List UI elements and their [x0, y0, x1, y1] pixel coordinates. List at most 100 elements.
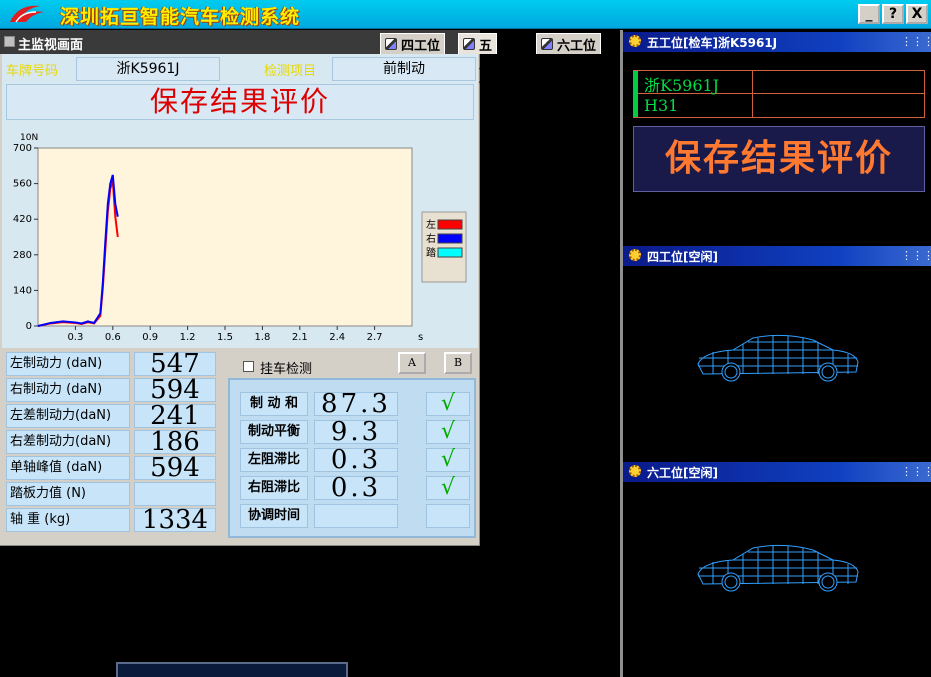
grip-icon: ⋮⋮⋮ [901, 249, 931, 262]
coord-time-label: 协调时间 [240, 504, 308, 528]
brake-sum-value: 87.3 [314, 391, 398, 417]
station-monitor-panel: 五工位[检车]浙K5961J ⋮⋮⋮ 浙K5961J H31 保存结果评价 四工… [620, 30, 931, 677]
left-brake-value: 547 [134, 351, 216, 377]
y-tick-label: 0 [26, 321, 32, 332]
station-icon [385, 38, 397, 50]
legend-swatch [437, 219, 463, 230]
help-button[interactable]: ? [882, 4, 904, 24]
x-tick-label: 1.8 [254, 332, 270, 343]
left-diff-row: 左差制动力(daN) 241 [6, 403, 216, 429]
force-values-panel: 左制动力 (daN) 547 右制动力 (daN) 594 左差制动力(daN)… [2, 348, 217, 536]
axle-weight-label: 轴 重 (kg) [6, 508, 130, 532]
x-tick-label: 0.6 [105, 332, 121, 343]
right-brake-value: 594 [134, 377, 216, 403]
axle-peak-label: 单轴峰值 (daN) [6, 456, 130, 480]
station-four-title: 四工位[空闲] [647, 250, 718, 264]
brake-sum-check-icon: √ [426, 392, 470, 416]
item-label: 检测项目 [264, 64, 317, 79]
grip-icon: ⋮⋮⋮ [901, 465, 931, 478]
legend-swatch [437, 247, 463, 258]
right-drag-check-icon: √ [426, 476, 470, 500]
panel-icon [4, 36, 15, 47]
close-button[interactable]: X [906, 4, 928, 24]
station-five-plate: 浙K5961J [644, 76, 720, 95]
status-bar [634, 71, 638, 117]
legend-label: 右 [426, 232, 436, 245]
result-banner: 保存结果评价 [6, 84, 474, 120]
plate-label: 车牌号码 [6, 64, 59, 79]
y-tick-label: 700 [13, 143, 32, 154]
y-axis-label: 10N [20, 133, 38, 143]
brake-sum-row: 制 动 和 87.3 √ [240, 391, 470, 418]
coord-time-check [426, 504, 470, 528]
legend-label: 左 [426, 218, 436, 231]
plate-value: 浙K5961J [76, 57, 220, 81]
left-brake-row: 左制动力 (daN) 547 [6, 351, 216, 377]
left-drag-value: 0.3 [314, 447, 398, 473]
brake-sum-label: 制 动 和 [240, 392, 308, 416]
a-button[interactable]: A [398, 352, 426, 374]
right-diff-row: 右差制动力(daN) 186 [6, 429, 216, 455]
left-drag-row: 左阻滞比 0.3 √ [240, 447, 470, 474]
station-five-result: 保存结果评价 [633, 126, 925, 192]
pedal-force-row: 踏板力值 (N) [6, 482, 216, 507]
plot-area [37, 147, 413, 327]
x-axis-label: s [418, 332, 423, 343]
station-five-plate-box: 浙K5961J H31 [633, 70, 925, 118]
brake-balance-check-icon: √ [426, 420, 470, 444]
tab-station-six[interactable]: 六工位 [536, 33, 602, 54]
title-bar: 深圳拓亘智能汽车检测系统 _ ? X [0, 0, 931, 29]
right-diff-value: 186 [134, 429, 216, 455]
b-button[interactable]: B [444, 352, 472, 374]
x-tick-label: 2.4 [329, 332, 345, 343]
gear-icon [629, 249, 641, 261]
axle-peak-row: 单轴峰值 (daN) 594 [6, 455, 216, 481]
x-tick-label: 2.7 [367, 332, 383, 343]
app-logo-icon [10, 5, 44, 23]
trailer-checkbox-label: 挂车检测 [260, 362, 313, 377]
station-four-header: 四工位[空闲] ⋮⋮⋮ [623, 246, 931, 266]
gear-icon [629, 35, 641, 47]
station-five-title: 五工位[检车]浙K5961J [647, 36, 778, 50]
item-value: 前制动 [332, 57, 476, 81]
y-tick-label: 140 [13, 285, 32, 296]
brake-balance-label: 制动平衡 [240, 420, 308, 444]
x-tick-label: 0.3 [67, 332, 83, 343]
axle-weight-row: 轴 重 (kg) 1334 [6, 507, 216, 533]
coord-time-value [314, 504, 398, 528]
tab-station-four[interactable]: 四工位 [380, 33, 446, 54]
right-drag-value: 0.3 [314, 475, 398, 501]
legend-swatch [437, 233, 463, 244]
station-five-code: H31 [644, 96, 679, 115]
pedal-force-label: 踏板力值 (N) [6, 482, 130, 506]
evaluation-panel: 制 动 和 87.3 √ 制动平衡 9.3 √ 左阻滞比 0.3 √ 右阻滞比 … [228, 378, 476, 538]
x-tick-label: 0.9 [142, 332, 158, 343]
station-six-title: 六工位[空闲] [647, 466, 718, 480]
trailer-check-toggle[interactable]: 挂车检测 [240, 358, 345, 377]
tab-station-five-visual[interactable]: 五工位 [458, 33, 498, 92]
gear-icon [629, 465, 641, 477]
station-icon [463, 38, 475, 50]
left-brake-label: 左制动力 (daN) [6, 352, 130, 376]
station-icon [541, 38, 553, 50]
main-panel-title: 主监视画面 [18, 38, 84, 53]
right-drag-label: 右阻滞比 [240, 476, 308, 500]
station-five-header: 五工位[检车]浙K5961J ⋮⋮⋮ [623, 32, 931, 52]
minimize-button[interactable]: _ [858, 4, 880, 24]
brake-force-chart: 0 140 280 420 560 700 0.3 0.6 0.9 1.2 1.5 1.8 2.1 2.4… [2, 128, 478, 348]
app-title: 深圳拓亘智能汽车检测系统 [60, 6, 301, 28]
trailer-checkbox[interactable] [243, 361, 254, 372]
x-tick-label: 1.2 [180, 332, 196, 343]
car-wireframe-icon [697, 544, 859, 592]
left-diff-label: 左差制动力(daN) [6, 404, 130, 428]
brake-balance-row: 制动平衡 9.3 √ [240, 419, 470, 446]
y-tick-label: 420 [13, 214, 32, 225]
x-tick-label: 2.1 [292, 332, 308, 343]
right-brake-row: 右制动力 (daN) 594 [6, 377, 216, 403]
left-drag-check-icon: √ [426, 448, 470, 472]
chart-svg: 0 140 280 420 560 700 0.3 0.6 0.9 1.2 1.5 1.8 2.1 2.4… [13, 133, 467, 343]
brake-balance-value: 9.3 [314, 419, 398, 445]
axle-weight-value: 1334 [134, 507, 216, 533]
legend-label: 踏 [426, 246, 436, 259]
y-tick-label: 560 [13, 179, 32, 190]
